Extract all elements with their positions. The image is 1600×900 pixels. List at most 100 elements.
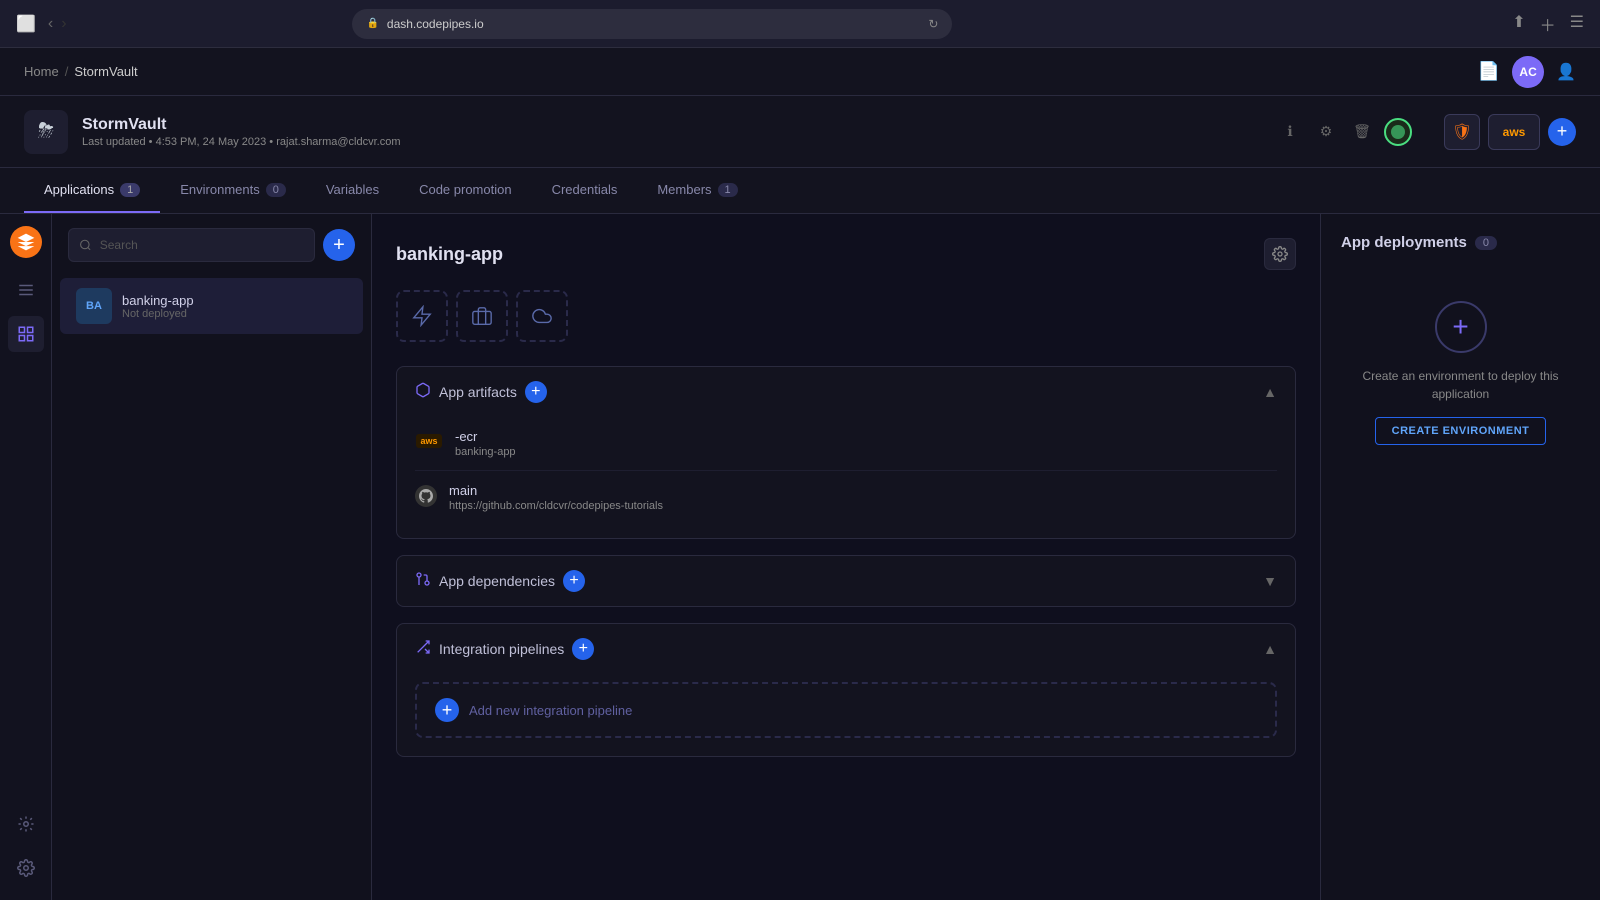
tab-variables-label: Variables <box>326 182 379 197</box>
deployments-count: 0 <box>1475 236 1497 250</box>
app-dependencies-header[interactable]: App dependencies + ▼ <box>397 556 1295 606</box>
integration-pipelines-section: Integration pipelines + ▲ + Add new inte… <box>396 623 1296 757</box>
breadcrumb-current: StormVault <box>74 64 137 79</box>
integration-icon <box>415 639 431 660</box>
user-avatar[interactable]: AC <box>1512 56 1544 88</box>
artifacts-body: aws -ecr banking-app <box>397 417 1295 538</box>
settings-icon[interactable]: ⚙ <box>1312 118 1340 146</box>
project-info: StormVault Last updated • 4:53 PM, 24 Ma… <box>82 116 1262 148</box>
tab-applications[interactable]: Applications 1 <box>24 168 160 213</box>
app-dependencies-title: App dependencies <box>439 573 555 589</box>
url-text: dash.codepipes.io <box>387 17 484 31</box>
center-panel: banking-app <box>372 214 1320 900</box>
tab-members[interactable]: Members 1 <box>637 168 757 213</box>
pipeline-icons <box>396 290 1296 342</box>
user-email: rajat.sharma@cldcvr.com <box>276 136 400 148</box>
breadcrumb-bar: Home / StormVault 📄 AC 👤 <box>0 48 1600 96</box>
dependencies-chevron: ▼ <box>1263 573 1277 589</box>
app-layout: Home / StormVault 📄 AC 👤 ⛈ StormVault La… <box>0 48 1600 900</box>
breadcrumb-separator: / <box>65 64 69 79</box>
app-dependencies-section: App dependencies + ▼ <box>396 555 1296 607</box>
project-logo-icon: ⛈ <box>38 120 54 143</box>
new-tab-icon[interactable]: ＋ <box>1540 12 1556 36</box>
pipeline-icon-source[interactable] <box>396 290 448 342</box>
address-bar[interactable]: 🔒 dash.codepipes.io ↻ <box>352 9 952 39</box>
app-artifacts-header[interactable]: App artifacts + ▲ <box>397 367 1295 417</box>
artifacts-chevron: ▲ <box>1263 384 1277 400</box>
project-meta: Last updated • 4:53 PM, 24 May 2023 • ra… <box>82 136 1262 148</box>
tab-icon: ⬜ <box>16 14 36 34</box>
app-list: BA banking-app Not deployed <box>52 276 371 900</box>
refresh-icon[interactable]: ↻ <box>928 17 938 31</box>
aws-ecr-logo: aws <box>415 431 443 451</box>
tab-environments-badge: 0 <box>266 183 286 197</box>
tab-code-promotion[interactable]: Code promotion <box>399 168 532 213</box>
lock-icon: 🔒 <box>366 18 378 29</box>
add-app-button[interactable]: + <box>323 229 355 261</box>
tab-credentials[interactable]: Credentials <box>532 168 638 213</box>
tab-applications-badge: 1 <box>120 183 140 197</box>
app-item-status: Not deployed <box>122 308 194 320</box>
breadcrumb: Home / StormVault <box>24 64 138 79</box>
menu-icon[interactable]: ☰ <box>1570 12 1584 36</box>
github-icon <box>415 485 437 507</box>
apps-panel: + BA banking-app Not deployed <box>52 214 372 900</box>
user-menu-icon[interactable]: 👤 <box>1556 62 1576 82</box>
app-avatar: BA <box>76 288 112 324</box>
nav-pipelines-icon[interactable] <box>8 806 44 842</box>
tab-members-badge: 1 <box>718 183 738 197</box>
search-input[interactable] <box>100 238 304 252</box>
artifacts-icon <box>415 382 431 403</box>
tab-environments[interactable]: Environments 0 <box>160 168 306 213</box>
delete-icon[interactable]: 🗑 <box>1348 118 1376 146</box>
forward-button[interactable]: › <box>61 15 66 33</box>
app-logo[interactable] <box>10 226 42 258</box>
tab-variables[interactable]: Variables <box>306 168 399 213</box>
status-indicator <box>1384 118 1412 146</box>
app-title-row: banking-app <box>396 238 1296 270</box>
doc-icon[interactable]: 📄 <box>1478 61 1500 82</box>
back-button[interactable]: ‹ <box>48 15 53 33</box>
section-header-left-int: Integration pipelines + <box>415 638 594 660</box>
integration-pipelines-title: Integration pipelines <box>439 641 564 657</box>
create-env-plus-button[interactable]: + <box>1435 301 1487 353</box>
dependencies-icon <box>415 571 431 592</box>
add-pipeline-button[interactable]: + <box>572 638 594 660</box>
list-item[interactable]: BA banking-app Not deployed <box>60 278 363 334</box>
pipeline-icon-deploy[interactable] <box>516 290 568 342</box>
browser-actions: ⬆ ＋ ☰ <box>1512 12 1584 36</box>
create-env-text: Create an environment to deploy this app… <box>1351 367 1570 403</box>
pipeline-icon-build[interactable] <box>456 290 508 342</box>
artifact-ecr: aws -ecr banking-app <box>415 417 1277 471</box>
add-integration-pipeline-box[interactable]: + Add new integration pipeline <box>415 682 1277 738</box>
app-settings-button[interactable] <box>1264 238 1296 270</box>
section-header-left: App artifacts + <box>415 381 547 403</box>
artifact-ecr-details: -ecr banking-app <box>455 429 516 458</box>
share-icon[interactable]: ⬆ <box>1512 12 1525 36</box>
add-dependency-button[interactable]: + <box>563 570 585 592</box>
browser-chrome: ⬜ ‹ › 🔒 dash.codepipes.io ↻ ⬆ ＋ ☰ <box>0 0 1600 48</box>
artifact-ecr-name: -ecr <box>455 429 516 444</box>
app-artifacts-title: App artifacts <box>439 384 517 400</box>
shield-badge[interactable]: 🛡 <box>1444 114 1480 150</box>
header-right-icons: 📄 AC 👤 <box>1478 56 1576 88</box>
nav-apps-icon[interactable] <box>8 316 44 352</box>
project-logo: ⛈ <box>24 110 68 154</box>
create-env-area: + Create an environment to deploy this a… <box>1341 271 1580 475</box>
artifact-github-details: main https://github.com/cldcvr/codepipes… <box>449 483 663 512</box>
aws-badge[interactable]: aws <box>1488 114 1540 150</box>
add-artifact-button[interactable]: + <box>525 381 547 403</box>
search-input-wrap[interactable] <box>68 228 315 262</box>
create-environment-button[interactable]: CREATE ENVIRONMENT <box>1375 417 1547 445</box>
deployments-title: App deployments <box>1341 234 1467 251</box>
status-dot-inner <box>1391 125 1405 139</box>
tab-credentials-label: Credentials <box>552 182 618 197</box>
integration-pipelines-header[interactable]: Integration pipelines + ▲ <box>397 624 1295 674</box>
browser-nav: ‹ › <box>48 15 67 33</box>
breadcrumb-home[interactable]: Home <box>24 64 59 79</box>
content-area: + BA banking-app Not deployed banking-ap… <box>0 214 1600 900</box>
add-integration-button[interactable]: + <box>1548 118 1576 146</box>
info-icon[interactable]: ℹ <box>1276 118 1304 146</box>
nav-menu-icon[interactable] <box>8 272 44 308</box>
nav-settings-icon[interactable] <box>8 850 44 886</box>
